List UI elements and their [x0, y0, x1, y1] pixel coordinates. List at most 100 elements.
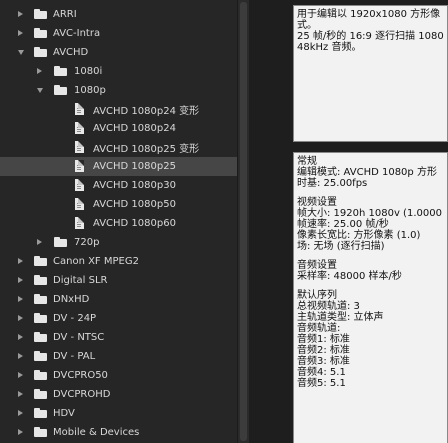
detail-line: 常规	[297, 156, 317, 167]
detail-line: 音频4: 5.1	[297, 367, 346, 378]
folder-icon	[54, 237, 67, 247]
tree-item-label: AVC-Intra	[53, 28, 101, 39]
preset-item[interactable]: AVCHD 1080p25	[0, 157, 237, 176]
chevron-right-icon[interactable]	[18, 11, 23, 17]
preset-folder[interactable]: ARRI	[0, 5, 237, 24]
chevron-right-icon[interactable]	[18, 372, 23, 378]
detail-line: 编辑模式: AVCHD 1080p 方形	[297, 167, 437, 178]
preset-folder[interactable]: 1080p	[0, 81, 237, 100]
preset-folder[interactable]: Digital SLR	[0, 271, 237, 290]
folder-icon	[34, 408, 47, 418]
chevron-right-icon[interactable]	[18, 315, 23, 321]
tree-item-label: AVCHD 1080p24	[93, 123, 176, 134]
tree-item-label: DNxHD	[53, 294, 90, 305]
preset-folder[interactable]: AVCHD	[0, 43, 237, 62]
chevron-down-icon[interactable]	[37, 88, 43, 93]
detail-line: 场: 无场 (逐行扫描)	[297, 241, 385, 252]
chevron-down-icon[interactable]	[18, 50, 24, 55]
tree-item-label: AVCHD 1080p60	[93, 218, 176, 229]
chevron-right-icon[interactable]	[18, 334, 23, 340]
detail-line: 音频1: 标准	[297, 334, 350, 345]
preset-file-icon	[75, 160, 84, 172]
tree-item-label: HDV	[53, 408, 75, 419]
folder-icon	[34, 313, 47, 323]
preset-file-icon	[75, 141, 84, 153]
preset-details-panel: 常规 编辑模式: AVCHD 1080p 方形 时基: 25.00fps 视频设置…	[293, 152, 448, 443]
tree-scrollbar[interactable]	[237, 0, 249, 443]
chevron-right-icon[interactable]	[18, 429, 23, 435]
preset-item[interactable]: AVCHD 1080p24	[0, 119, 237, 138]
tree-item-label: 720p	[74, 237, 100, 248]
preset-file-icon	[75, 198, 84, 210]
detail-line: 时基: 25.00fps	[297, 178, 368, 189]
chevron-right-icon[interactable]	[18, 353, 23, 359]
detail-line: 总视频轨道: 3	[297, 301, 360, 312]
preset-folder[interactable]: DV - PAL	[0, 347, 237, 366]
tree-item-label: ARRI	[53, 9, 77, 20]
preset-folder[interactable]: DNxHD	[0, 290, 237, 309]
folder-icon	[34, 389, 47, 399]
preset-folder[interactable]: DV - 24P	[0, 309, 237, 328]
preset-folder[interactable]: DVCPROHD	[0, 385, 237, 404]
folder-icon	[34, 427, 47, 437]
detail-line: 采样率: 48000 样本/秒	[297, 271, 402, 282]
preset-folder[interactable]: DV - NTSC	[0, 328, 237, 347]
preset-file-icon	[75, 217, 84, 229]
preset-file-icon	[75, 103, 84, 115]
preset-tree: ARRI AVC-Intra AVCHD 1080i 1080p AVCHD 1080p2…	[0, 0, 237, 443]
tree-item-label: AVCHD 1080p24 变形	[93, 106, 200, 117]
chevron-right-icon[interactable]	[18, 30, 23, 36]
preset-folder[interactable]: Canon XF MPEG2	[0, 252, 237, 271]
folder-icon	[34, 332, 47, 342]
preset-file-icon	[75, 179, 84, 191]
description-line: 式。	[297, 20, 317, 31]
preset-item[interactable]: AVCHD 1080p50	[0, 195, 237, 214]
preset-folder[interactable]: DVCPRO50	[0, 366, 237, 385]
detail-line: 音频设置	[297, 260, 337, 271]
folder-icon	[34, 28, 47, 38]
preset-item[interactable]: AVCHD 1080p24 变形	[0, 100, 237, 119]
tree-item-label: DV - PAL	[53, 351, 96, 362]
preset-folder[interactable]: Mobile & Devices	[0, 423, 237, 442]
chevron-right-icon[interactable]	[18, 410, 23, 416]
chevron-right-icon[interactable]	[18, 258, 23, 264]
preset-item[interactable]: AVCHD 1080p60	[0, 214, 237, 233]
chevron-right-icon[interactable]	[18, 277, 23, 283]
preset-folder[interactable]: HDV	[0, 404, 237, 423]
detail-line: 音频5: 5.1	[297, 378, 346, 389]
scrollbar-thumb[interactable]	[240, 2, 247, 441]
chevron-right-icon[interactable]	[18, 391, 23, 397]
folder-icon	[34, 294, 47, 304]
preset-description-panel: 用于编辑以 1920x1080 方形像 式。 25 帧/秒的 16:9 逐行扫描 1…	[293, 5, 448, 142]
folder-icon	[34, 370, 47, 380]
tree-item-label: DV - 24P	[53, 313, 97, 324]
folder-icon	[54, 85, 67, 95]
preset-folder[interactable]: AVC-Intra	[0, 24, 237, 43]
folder-icon	[34, 9, 47, 19]
tree-item-label: 1080p	[74, 85, 106, 96]
tree-item-label: 1080i	[74, 66, 103, 77]
detail-line: 视频设置	[297, 197, 337, 208]
detail-line: 像素长宽比: 方形像素 (1.0)	[297, 230, 421, 241]
detail-line: 默认序列	[297, 290, 337, 301]
preset-folder[interactable]: 1080i	[0, 62, 237, 81]
description-line: 25 帧/秒的 16:9 逐行扫描 1080	[297, 31, 444, 42]
chevron-right-icon[interactable]	[18, 296, 23, 302]
description-line: 用于编辑以 1920x1080 方形像	[297, 9, 441, 20]
folder-icon	[54, 66, 67, 76]
chevron-right-icon[interactable]	[37, 68, 42, 74]
tree-item-label: DVCPRO50	[53, 370, 108, 381]
preset-item[interactable]: AVCHD 1080p25 变形	[0, 138, 237, 157]
detail-line: 音频3: 标准	[297, 356, 350, 367]
detail-line: 帧大小: 1920h 1080v (1.0000	[297, 208, 442, 219]
tree-item-label: AVCHD 1080p25 变形	[93, 144, 200, 155]
detail-line: 音频轨道:	[297, 323, 341, 334]
preset-folder[interactable]: 720p	[0, 233, 237, 252]
chevron-right-icon[interactable]	[37, 239, 42, 245]
tree-item-label: DV - NTSC	[53, 332, 105, 343]
preset-item[interactable]: AVCHD 1080p30	[0, 176, 237, 195]
folder-icon	[34, 256, 47, 266]
detail-line: 帧速率: 25.00 帧/秒	[297, 219, 389, 230]
tree-item-label: AVCHD 1080p50	[93, 199, 176, 210]
